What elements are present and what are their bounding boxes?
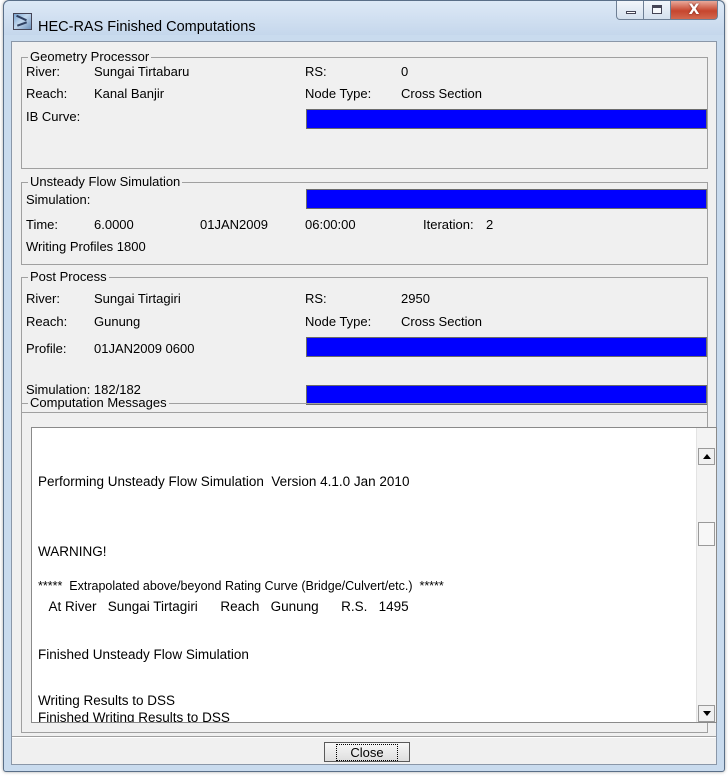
unsteady-flow-legend: Unsteady Flow Simulation — [28, 174, 183, 190]
iteration-value: 2 — [486, 217, 494, 232]
maximize-icon — [652, 5, 662, 14]
close-button[interactable]: Close — [324, 742, 410, 762]
rs-label: RS: — [305, 64, 327, 79]
unsteady-flow-group: Unsteady Flow Simulation Simulation: Tim… — [21, 174, 708, 265]
window-title: HEC-RAS Finished Computations — [38, 19, 256, 35]
ib-curve-progress-fill — [307, 110, 706, 128]
message-line: Writing Results to DSS — [38, 693, 176, 708]
caption-buttons: X — [616, 1, 718, 21]
message-line: Finished Unsteady Flow Simulation — [38, 647, 249, 662]
geometry-processor-legend: Geometry Processor — [28, 49, 152, 65]
scroll-up-button[interactable] — [698, 448, 715, 465]
ib-curve-progress-bar — [306, 109, 707, 129]
iteration-label: Iteration: — [423, 217, 474, 232]
message-line: Performing Unsteady Flow Simulation Vers… — [38, 474, 410, 489]
simulation-progress-fill — [307, 190, 706, 208]
post-node-type-label: Node Type: — [305, 314, 372, 329]
node-type-label: Node Type: — [305, 86, 372, 101]
message-line: At River Sungai Tirtagiri Reach Gunung R… — [38, 599, 409, 614]
profile-value: 01JAN2009 0600 — [94, 341, 195, 356]
computation-messages-textbox[interactable]: Performing Unsteady Flow Simulation Vers… — [31, 427, 717, 723]
post-reach-label: Reach: — [26, 314, 68, 329]
maximize-button[interactable] — [644, 1, 671, 20]
message-line: WARNING! — [38, 544, 107, 559]
post-river-value: Sungai Tirtagiri — [94, 291, 181, 306]
close-button-label: Close — [336, 743, 398, 761]
writing-profiles-status: Writing Profiles 1800 — [26, 239, 146, 254]
post-reach-value: Gunung — [94, 314, 141, 329]
button-separator — [12, 736, 716, 738]
rs-value: 0 — [401, 64, 409, 79]
profile-label: Profile: — [26, 341, 67, 356]
profile-progress-bar — [306, 337, 707, 357]
node-type-value: Cross Section — [401, 86, 482, 101]
profile-progress-fill — [307, 338, 706, 356]
close-icon: X — [688, 2, 700, 18]
reach-label: Reach: — [26, 86, 68, 101]
post-process-legend: Post Process — [28, 269, 109, 285]
reach-value: Kanal Banjir — [94, 86, 165, 101]
minimize-icon — [626, 11, 636, 14]
post-rs-label: RS: — [305, 291, 327, 306]
scroll-down-button[interactable] — [698, 705, 715, 722]
time-value: 6.0000 — [94, 217, 134, 232]
post-simulation-progress-bar — [306, 385, 707, 405]
post-node-type-value: Cross Section — [401, 314, 482, 329]
date-value: 01JAN2009 — [200, 217, 268, 232]
time-label: Time: — [26, 217, 59, 232]
computation-messages-group: Computation Messages Performing Unsteady… — [21, 395, 717, 733]
hec-ras-app-icon — [13, 13, 32, 30]
river-value: Sungai Tirtabaru — [94, 64, 190, 79]
ib-curve-label: IB Curve: — [26, 109, 81, 124]
computation-messages-text: Performing Unsteady Flow Simulation Vers… — [38, 428, 688, 722]
post-rs-value: 2950 — [401, 291, 430, 306]
post-process-group: Post Process River: Sungai Tirtagiri RS:… — [21, 269, 708, 413]
geometry-processor-group: Geometry Processor River: Sungai Tirtaba… — [21, 49, 708, 169]
message-line: Finished Writing Results to DSS — [38, 710, 230, 722]
message-line: ***** Extrapolated above/beyond Rating C… — [38, 579, 444, 593]
window: HEC-RAS Finished Computations X Geometry… — [3, 0, 725, 772]
minimize-button[interactable] — [616, 1, 644, 20]
messages-scrollbar[interactable] — [696, 428, 716, 722]
post-river-label: River: — [26, 291, 60, 306]
clock-value: 06:00:00 — [305, 217, 356, 232]
simulation-label: Simulation: — [26, 192, 91, 207]
scroll-thumb[interactable] — [698, 522, 715, 546]
computation-messages-legend: Computation Messages — [28, 395, 169, 411]
dialog-client: Geometry Processor River: Sungai Tirtaba… — [11, 41, 717, 765]
post-simulation-progress-fill — [307, 386, 706, 404]
river-label: River: — [26, 64, 60, 79]
simulation-progress-bar — [306, 189, 707, 209]
close-window-button[interactable]: X — [671, 1, 718, 20]
title-bar[interactable]: HEC-RAS Finished Computations X — [4, 1, 724, 35]
